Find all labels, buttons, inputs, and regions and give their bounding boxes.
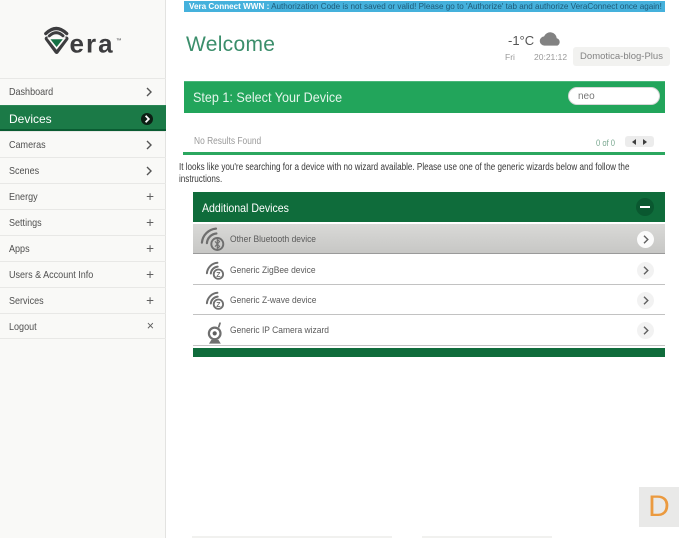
- svg-text:Z: Z: [216, 272, 221, 279]
- svg-text:™: ™: [116, 38, 122, 44]
- svg-text:Z: Z: [216, 302, 221, 309]
- svg-text:era: era: [70, 29, 115, 59]
